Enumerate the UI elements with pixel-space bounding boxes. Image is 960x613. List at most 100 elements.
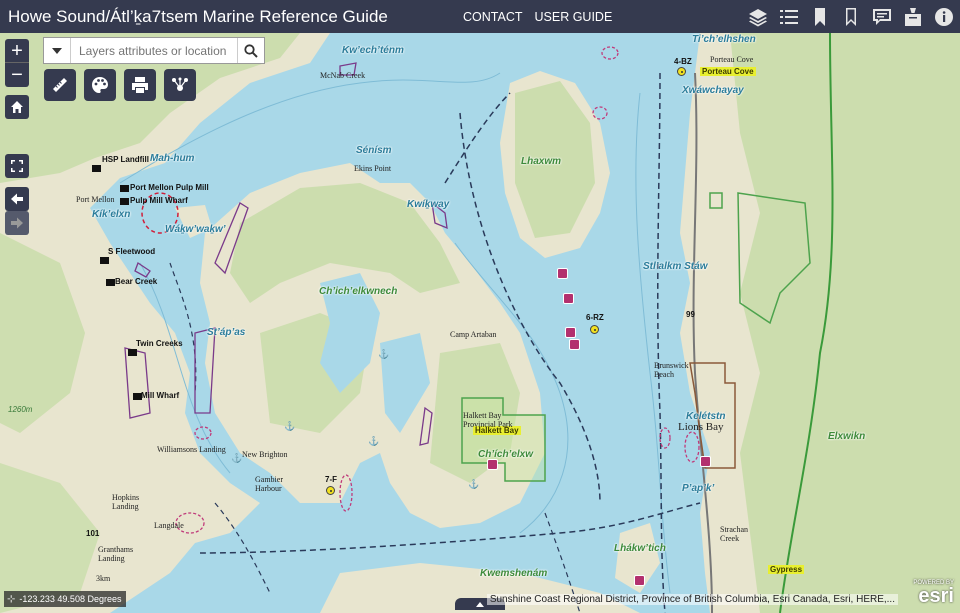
factory-icon[interactable] xyxy=(120,185,129,192)
bookmark-outline-icon[interactable] xyxy=(839,5,863,29)
home-button[interactable] xyxy=(5,95,29,119)
factory-icon[interactable] xyxy=(106,279,115,286)
map-basemap xyxy=(0,33,960,613)
basemap-icon[interactable] xyxy=(901,5,925,29)
poi-label: Twin Creeks xyxy=(136,339,183,348)
anchor-icon: ⚓ xyxy=(231,453,243,463)
park-label: Gypress xyxy=(768,565,805,574)
factory-icon[interactable] xyxy=(92,165,101,172)
factory-icon[interactable] xyxy=(133,393,142,400)
measure-button[interactable] xyxy=(44,69,76,101)
site-marker[interactable] xyxy=(326,486,335,495)
place-label: Ekins Point xyxy=(354,164,392,173)
map-label-native: St’áp’as xyxy=(207,327,246,338)
map-label-native: Lhaxwm xyxy=(521,156,562,167)
poi-label: Mill Wharf xyxy=(141,391,180,400)
map-view[interactable]: Kw’ech’ténm Mah-hum Kík’elxn Wáḵw’waḵw’ … xyxy=(0,33,960,613)
esri-logo: POWERED BY esri xyxy=(902,580,954,608)
map-label-native: Elxwikn xyxy=(828,431,866,442)
basemap-gallery-button[interactable] xyxy=(84,69,116,101)
factory-icon[interactable] xyxy=(100,257,109,264)
map-attribution: Sunshine Coast Regional District, Provin… xyxy=(486,594,898,605)
share-icon xyxy=(172,77,188,91)
place-label: Hopkins Landing xyxy=(112,493,140,511)
poi-label: HSP Landfill xyxy=(102,155,149,164)
coordinate-display[interactable]: ⊹ -123.233 49.508 Degrees xyxy=(4,591,127,607)
map-label-native: Wáḵw’waḵw’ xyxy=(165,224,226,235)
next-extent-button[interactable] xyxy=(5,211,29,235)
place-label: Brunswick Beach xyxy=(654,361,689,379)
map-label-native: Stl’alkm Stáw xyxy=(643,261,708,272)
contact-link[interactable]: CONTACT xyxy=(463,10,523,24)
search-button[interactable] xyxy=(237,38,264,63)
highway-label: 99 xyxy=(686,310,695,319)
map-label-native: Sénísm xyxy=(356,145,392,156)
zoom-control: + − xyxy=(5,39,29,87)
print-button[interactable] xyxy=(124,69,156,101)
arrow-right-icon xyxy=(11,217,23,229)
highway-label: 101 xyxy=(86,529,100,538)
map-label-native: Lhákw’tich xyxy=(614,543,666,554)
zoom-out-button[interactable]: − xyxy=(5,63,29,87)
poi-label: S Fleetwood xyxy=(108,247,156,256)
poi-label: Bear Creek xyxy=(115,277,158,286)
fullscreen-icon xyxy=(11,160,23,172)
previous-extent-button[interactable] xyxy=(5,187,29,211)
esri-wordmark: esri xyxy=(918,585,954,607)
coordinate-text: -123.233 49.508 Degrees xyxy=(19,594,122,604)
anchor-icon: ⚓ xyxy=(468,479,480,489)
zoom-in-button[interactable]: + xyxy=(5,39,29,63)
search-widget xyxy=(43,37,265,64)
marina-marker[interactable] xyxy=(557,268,568,279)
chevron-down-icon xyxy=(52,47,62,54)
poi-label: Pulp Mill Wharf xyxy=(130,196,188,205)
comment-icon[interactable] xyxy=(870,5,894,29)
header-toolbar xyxy=(746,0,956,33)
share-button[interactable] xyxy=(164,69,196,101)
marina-marker[interactable] xyxy=(569,339,580,350)
place-label: Strachan Creek xyxy=(720,525,748,543)
elevation-label: 1260m xyxy=(8,405,33,414)
app-title: Howe Sound/Átl’ḵa7tsem Marine Reference … xyxy=(8,6,388,26)
header-links: CONTACT USER GUIDE xyxy=(463,0,612,33)
map-label-native: Mah-hum xyxy=(150,153,195,164)
bookmark-icon[interactable] xyxy=(808,5,832,29)
anchor-icon: ⚓ xyxy=(368,436,380,446)
user-guide-link[interactable]: USER GUIDE xyxy=(535,10,613,24)
anchor-icon: ⚓ xyxy=(378,349,390,359)
fullscreen-button[interactable] xyxy=(5,154,29,178)
place-label: Camp Artaban xyxy=(450,330,497,339)
layers-icon[interactable] xyxy=(746,5,770,29)
app-header: Howe Sound/Átl’ḵa7tsem Marine Reference … xyxy=(0,0,960,33)
place-label: Port Mellon xyxy=(76,195,115,204)
map-label-native: Kwemshenám xyxy=(480,568,548,579)
layer-list-icon[interactable] xyxy=(777,5,801,29)
arrow-left-icon xyxy=(11,193,23,205)
marina-marker[interactable] xyxy=(634,575,645,586)
poi-label: Port Mellon Pulp Mill xyxy=(130,183,209,192)
place-label: Porteau Cove xyxy=(710,55,754,64)
site-marker[interactable] xyxy=(590,325,599,334)
map-label-native: Xwáwchayay xyxy=(682,85,744,96)
place-label: Langdale xyxy=(154,521,184,530)
home-icon xyxy=(11,101,23,113)
site-marker[interactable] xyxy=(677,67,686,76)
factory-icon[interactable] xyxy=(120,198,129,205)
marina-marker[interactable] xyxy=(487,459,498,470)
search-source-dropdown[interactable] xyxy=(44,38,71,63)
info-icon[interactable] xyxy=(932,5,956,29)
poi-label: 7-F xyxy=(325,475,337,484)
search-input[interactable] xyxy=(71,38,237,63)
marina-marker[interactable] xyxy=(565,327,576,338)
ruler-icon xyxy=(53,78,67,92)
distance-label: 3km xyxy=(96,574,111,583)
place-label: Granthams Landing xyxy=(98,545,134,563)
crosshair-icon: ⊹ xyxy=(7,593,16,605)
marina-marker[interactable] xyxy=(563,293,574,304)
search-icon xyxy=(244,43,258,58)
marina-marker[interactable] xyxy=(700,456,711,467)
poi-label: 4-BZ xyxy=(674,57,692,66)
poi-label: 6-RZ xyxy=(586,313,604,322)
factory-icon[interactable] xyxy=(128,349,137,356)
map-label-native: Ch’ich’elkwnech xyxy=(319,286,398,297)
